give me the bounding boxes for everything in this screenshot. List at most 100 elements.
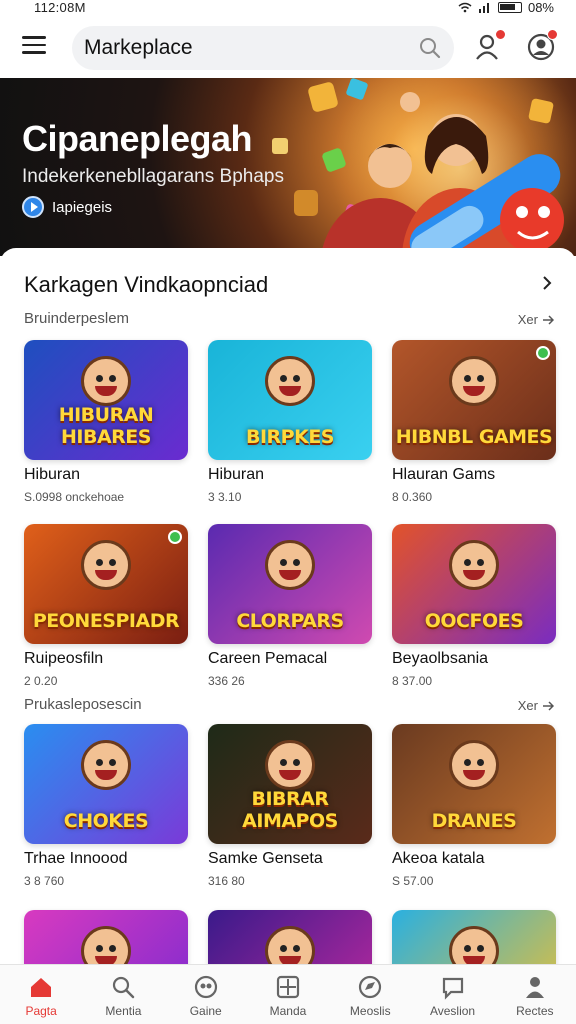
hero-title: Cipaneplegah [22,118,253,159]
content-sheet: Karkagen Vindkaopnciad Bruinderpeslem Xe… [0,248,576,964]
top-app-bar [0,16,576,78]
game-tile[interactable]: HIBNBL GAMES [392,340,556,460]
character-mouth [463,956,485,964]
verified-badge-icon [536,346,550,360]
character-mouth [95,956,117,964]
nav-label: Aveslion [429,1004,476,1018]
character-illustration [449,740,499,790]
game-tile[interactable]: GUEORO [208,910,372,964]
see-more-label: Xer [517,312,538,327]
arrow-icon [543,700,554,711]
see-more-link[interactable]: Xer [518,312,554,327]
nav-label: Gaine [189,1004,222,1018]
play-icon [22,196,44,218]
tile-title[interactable]: Hiburan [208,466,264,484]
see-more-link[interactable]: Xer [518,698,554,713]
tile-meta: 3 8 760 [24,874,65,888]
tile-meta: 2 0.20 [24,674,58,688]
chat-icon [442,977,463,1000]
character-illustration [449,540,499,590]
tile-meta: S 57.00 [392,874,434,888]
game-tile[interactable]: OOCFOES [392,524,556,644]
status-indicators: 08% [458,0,554,15]
group-label: Prukasleposescin [24,696,142,713]
game-tile[interactable]: Achabes [24,910,188,964]
section-title: Karkagen Vindkaopnciad [24,272,269,297]
notification-dot [547,29,558,40]
profile-icon [525,977,544,998]
nav-label: Manda [269,1004,307,1018]
tile-meta: S.0998 onckehoae [24,490,125,504]
tile-art-text: CHOKES [63,810,149,832]
game-tile[interactable]: PEONESPIADR [24,524,188,644]
add-user-icon[interactable] [474,29,506,62]
grid-icon [276,975,300,999]
hero-illustration [272,78,564,256]
game-tile[interactable]: HIBURAN HIBARES [24,340,188,460]
tile-meta: 336 26 [208,674,245,688]
nav-item-home[interactable]: Pagta [0,965,82,1024]
hero-chip-label: Iapiegeis [52,198,113,216]
tile-meta: 3 3.10 [208,490,242,504]
game-tile[interactable]: APALOEPS [392,910,556,964]
bottom-nav: Pagta Mentia Gaine Manda Meoslis Aveslion Rect… [0,964,576,1024]
nav-item-profile[interactable]: Rectes [494,965,576,1024]
arrow-icon [543,314,554,325]
search-bar[interactable] [72,26,454,70]
group-label: Bruinderpeslem [24,310,130,327]
chevron-right-icon[interactable] [540,276,554,290]
game-tile[interactable]: BIBRAR AIMAPOS [208,724,372,844]
hero-banner[interactable]: Cipaneplegah Indekerkenebllagarans Bphap… [0,78,576,256]
nav-item-chat[interactable]: Aveslion [411,965,493,1024]
nav-label: Pagta [25,1004,57,1018]
tile-title[interactable]: Samke Genseta [208,850,323,868]
tile-title[interactable]: Careen Pemacal [208,650,327,668]
character-illustration [265,540,315,590]
nav-item-grid[interactable]: Manda [247,965,329,1024]
character-illustration [449,356,499,406]
tile-title[interactable]: Beyaolbsania [392,650,488,668]
tile-meta: 8 0.360 [392,490,433,504]
game-tile[interactable]: BIRPKES [208,340,372,460]
character-illustration [81,356,131,406]
nav-item-discover[interactable]: Meoslis [329,965,411,1024]
tile-title[interactable]: Akeoa katala [392,850,485,868]
tile-meta: 316 80 [208,874,245,888]
character-illustration [81,740,131,790]
game-tile[interactable]: DRANES [392,724,556,844]
tile-title[interactable]: Hiburan [24,466,80,484]
game-tile[interactable]: CLORPARS [208,524,372,644]
character-illustration [265,356,315,406]
menu-icon[interactable] [22,36,46,56]
search-input[interactable] [84,32,404,64]
hero-play-chip[interactable]: Iapiegeis [22,196,112,218]
verified-badge-icon [168,530,182,544]
tile-art-text: DRANES [431,810,517,832]
account-icon[interactable] [526,29,558,62]
tile-meta: 8 37.00 [392,674,433,688]
notification-dot [495,29,506,40]
search-icon[interactable] [418,36,442,60]
nav-label: Meoslis [349,1004,391,1018]
game-tile[interactable]: CHOKES [24,724,188,844]
status-time: 112:08M [34,0,86,15]
tile-art-text: PEONESPIADR [32,610,180,632]
tile-art-text: CLORPARS [236,610,344,632]
signal-icon [478,3,489,13]
see-more-label: Xer [517,698,538,713]
home-icon [31,978,52,997]
tile-title[interactable]: Ruipeosfiln [24,650,103,668]
search-icon [113,976,135,999]
discover-icon [359,975,382,999]
tile-art-text: BIRPKES [246,426,335,448]
battery-icon [497,2,522,13]
nav-item-game[interactable]: Gaine [165,965,247,1024]
hero-subtitle: Indekerkenebllagarans Bphaps [22,166,284,187]
tile-title[interactable]: Hlauran Gams [392,466,495,484]
nav-label: Mentia [105,1004,142,1018]
tile-title[interactable]: Trhae Innoood [24,850,127,868]
tile-art-text: OOCFOES [424,610,524,632]
tile-art-text: BIBRAR AIMAPOS [242,788,338,832]
status-bar: 112:08M 08% [0,0,576,16]
nav-item-search[interactable]: Mentia [82,965,164,1024]
